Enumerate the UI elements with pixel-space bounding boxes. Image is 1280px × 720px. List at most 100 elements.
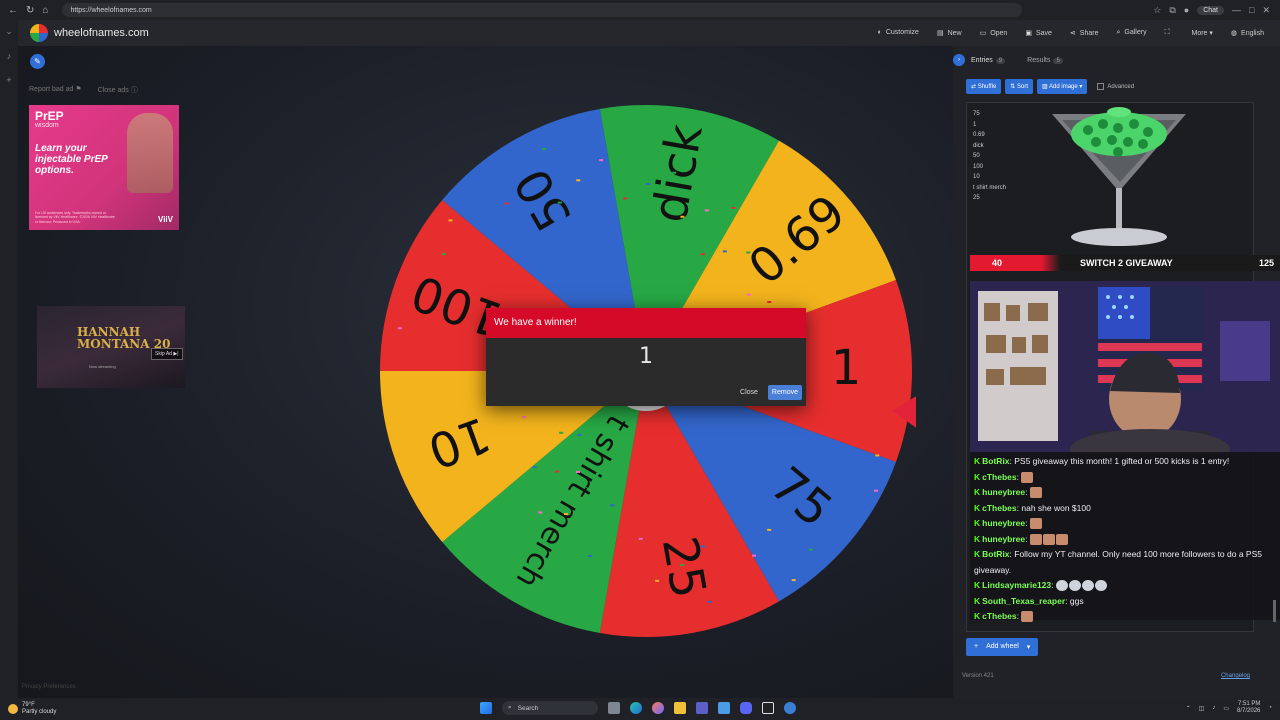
chat-username[interactable]: huneybree xyxy=(982,518,1025,528)
confetti-piece xyxy=(746,251,751,254)
chat-message: Khuneybree: xyxy=(974,485,1276,501)
task-view-icon[interactable] xyxy=(608,702,620,714)
share-icon: ⋖ xyxy=(1069,30,1076,37)
file-explorer-icon[interactable] xyxy=(674,702,686,714)
giveaway-title: SWITCH 2 GIVEAWAY xyxy=(1080,258,1173,268)
volume-icon[interactable]: ♪ xyxy=(1212,705,1215,711)
palette-icon: ◐ xyxy=(877,29,882,36)
chat-button[interactable]: Chat xyxy=(1197,5,1225,15)
confetti-piece xyxy=(588,510,593,513)
entry-line: 25 xyxy=(973,195,980,201)
add-tab-icon[interactable]: + xyxy=(6,75,11,85)
weather-widget[interactable]: 79°F Partly cloudy xyxy=(0,702,56,716)
chat-username[interactable]: huneybree xyxy=(982,487,1025,497)
confetti-piece xyxy=(746,293,751,296)
confetti-piece xyxy=(614,548,619,551)
confetti-piece xyxy=(538,511,543,514)
menu-more[interactable]: More ▾ xyxy=(1192,29,1213,37)
wheel-logo-icon[interactable] xyxy=(30,24,48,42)
martini-glass-graphic xyxy=(1052,107,1186,246)
shuffle-button[interactable]: ⇄ Shuffle xyxy=(966,79,1002,94)
confetti-piece xyxy=(701,545,706,548)
changelog-link[interactable]: Changelog xyxy=(1221,673,1250,679)
chevron-down-icon[interactable]: ▾ xyxy=(1027,643,1031,651)
menu-open[interactable]: ▭ Open xyxy=(980,29,1008,37)
wheel-segment-label: 25 xyxy=(651,533,717,603)
chat-username[interactable]: cThebes xyxy=(982,472,1017,482)
close-ads-link[interactable]: Close ads ⓘ xyxy=(98,85,138,95)
chat-username[interactable]: huneybree xyxy=(982,534,1025,544)
chat-message: KcThebes: nah she won $100 xyxy=(974,501,1276,517)
network-icon[interactable]: ◫ xyxy=(1199,705,1205,712)
entry-line: 10 xyxy=(973,174,980,180)
teams-icon[interactable] xyxy=(696,702,708,714)
add-image-button[interactable]: ▨ Add image ▾ xyxy=(1037,79,1088,94)
reload-icon[interactable]: ↻ xyxy=(26,5,34,16)
skip-ad-button[interactable]: Skip Ad ▶| xyxy=(151,348,183,360)
giveaway-goal: 125 xyxy=(1258,258,1274,268)
battery-icon[interactable]: ▭ xyxy=(1223,705,1229,712)
chat-username[interactable]: cThebes xyxy=(982,503,1017,513)
menu-language[interactable]: ◍ English xyxy=(1231,29,1264,37)
store-icon[interactable] xyxy=(718,702,730,714)
chat-username[interactable]: Lindsaymarie123 xyxy=(982,580,1051,590)
confetti-piece xyxy=(599,159,604,162)
privacy-preferences-link[interactable]: Privacy Preferences xyxy=(22,684,76,690)
tab-results[interactable]: Results 5 xyxy=(1027,57,1063,64)
profile-icon[interactable]: ● xyxy=(1184,5,1189,15)
scrollbar-thumb[interactable] xyxy=(1273,600,1276,622)
add-wheel-button[interactable]: + Add wheel ▾ xyxy=(966,638,1039,656)
chevron-down-icon[interactable]: ⌄ xyxy=(5,26,13,37)
capcut-icon[interactable] xyxy=(762,702,774,714)
discord-icon[interactable] xyxy=(740,702,752,714)
app-icon[interactable] xyxy=(784,702,796,714)
minimize-icon[interactable]: — xyxy=(1232,5,1241,15)
chat-username[interactable]: BotRix xyxy=(982,456,1009,466)
clock[interactable]: 7:51 PM 8/7/2026 xyxy=(1237,701,1260,715)
home-icon[interactable]: ⌂ xyxy=(42,5,48,16)
menu-gallery[interactable]: ⌕ Gallery xyxy=(1116,29,1146,37)
prep-ad-banner[interactable]: PrEP wisdom Learn your injectable PrEP o… xyxy=(29,105,179,230)
menu-fullscreen[interactable]: ⛶ xyxy=(1165,29,1174,37)
entry-line: t shirt merch xyxy=(973,184,1007,191)
remove-button[interactable]: Remove xyxy=(767,385,802,400)
confetti-piece xyxy=(707,600,712,603)
tray-chevron-icon[interactable]: ⌃ xyxy=(1186,705,1191,712)
edge-browser-icon[interactable] xyxy=(630,702,642,714)
tab-entries[interactable]: Entries 9 xyxy=(971,57,1006,64)
close-button[interactable]: Close xyxy=(736,386,762,399)
report-bad-ad-link[interactable]: Report bad ad ⚑ xyxy=(29,85,82,95)
back-icon[interactable]: ← xyxy=(8,5,18,16)
menu-new[interactable]: ▤ New xyxy=(937,29,962,37)
kick-badge-icon: K xyxy=(974,456,981,466)
menu-save[interactable]: ▣ Save xyxy=(1025,29,1052,37)
chat-text: : ggs xyxy=(1065,595,1084,606)
confetti-piece xyxy=(532,466,537,469)
taskbar-search[interactable]: ⌕ Search xyxy=(502,701,598,715)
close-window-icon[interactable]: ✕ xyxy=(1262,5,1270,16)
menu-share[interactable]: ⋖ Share xyxy=(1070,29,1099,37)
chat-username[interactable]: cThebes xyxy=(982,611,1017,621)
weather-sun-icon xyxy=(8,704,18,714)
confetti-piece xyxy=(576,470,581,473)
star-icon[interactable]: ☆ xyxy=(1153,5,1161,16)
menu-customize[interactable]: ◐ Customize xyxy=(878,29,919,37)
audio-icon[interactable]: ♪ xyxy=(7,51,12,61)
chat-username[interactable]: BotRix xyxy=(982,549,1009,559)
weather-condition: Partly cloudy xyxy=(22,709,57,715)
maximize-icon[interactable]: □ xyxy=(1249,5,1254,15)
notification-bell-icon[interactable]: ◔ xyxy=(1268,705,1272,711)
collapse-panel-button[interactable]: › xyxy=(953,54,965,66)
advanced-checkbox[interactable]: Advanced xyxy=(1097,83,1134,90)
windows-start-icon[interactable] xyxy=(480,702,492,714)
wheel-segment-label: 1 xyxy=(831,340,862,396)
site-title[interactable]: wheelofnames.com xyxy=(54,27,149,39)
extensions-icon[interactable]: ⧉ xyxy=(1169,5,1175,16)
address-bar[interactable]: https://wheelofnames.com xyxy=(62,3,1023,17)
sort-button[interactable]: ⇅ Sort xyxy=(1005,79,1033,94)
copilot-icon[interactable] xyxy=(652,702,664,714)
confetti-piece xyxy=(397,327,402,330)
chat-username[interactable]: South_Texas_reaper xyxy=(982,596,1065,606)
video-ad[interactable]: HANNAH MONTANA 20 Now streaming Skip Ad ▶… xyxy=(37,306,185,388)
edit-button[interactable]: ✎ xyxy=(30,54,45,69)
